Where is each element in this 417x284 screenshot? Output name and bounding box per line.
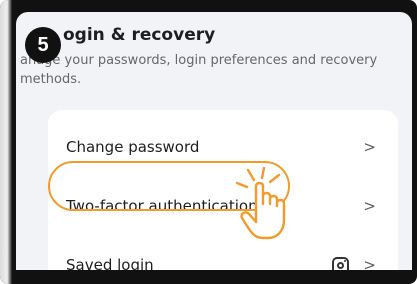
chevron-right-icon: > (363, 197, 376, 215)
row-label: Saved login (66, 256, 154, 270)
page-title: ogin & recovery (63, 25, 216, 45)
row-label: Change password (66, 138, 200, 156)
saved-login-row[interactable]: Saved login > (48, 240, 398, 270)
device-bezel (0, 0, 12, 284)
page-subtitle: anage your passwords, login preferences … (20, 53, 378, 87)
settings-screen: ogin & recovery anage your passwords, lo… (16, 12, 412, 270)
instagram-icon (332, 256, 350, 270)
chevron-right-icon: > (363, 256, 376, 270)
device-frame: ogin & recovery anage your passwords, lo… (0, 0, 417, 284)
step-number-badge: 5 (25, 27, 61, 63)
chevron-right-icon: > (363, 138, 376, 156)
tap-hand-icon (235, 166, 286, 240)
